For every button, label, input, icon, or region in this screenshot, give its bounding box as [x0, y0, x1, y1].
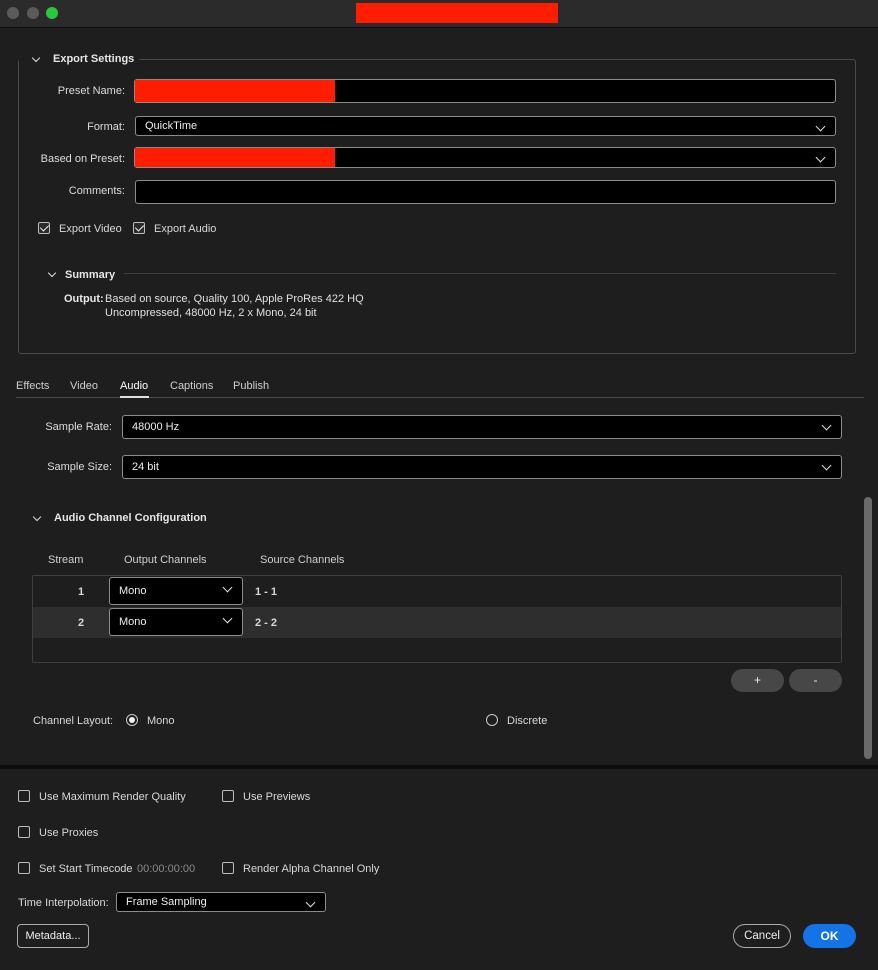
- use-previews-label: Use Previews: [243, 791, 311, 803]
- alpha-only-label: Render Alpha Channel Only: [243, 863, 380, 875]
- export-video-label: Export Video: [59, 223, 122, 235]
- table-row-1-output-select[interactable]: Mono: [109, 577, 243, 605]
- summary-title: Summary: [65, 269, 116, 281]
- bottom-separator: [0, 765, 878, 769]
- output-line-2: Uncompressed, 48000 Hz, 2 x Mono, 24 bit: [105, 307, 317, 319]
- start-timecode-label: Set Start Timecode: [39, 863, 133, 875]
- output-label: Output:: [64, 293, 104, 305]
- format-select[interactable]: QuickTime: [135, 116, 836, 136]
- tab-captions[interactable]: Captions: [170, 380, 213, 392]
- sample-rate-label: Sample Rate:: [45, 421, 112, 433]
- start-timecode-value: 00:00:00:00: [137, 863, 196, 875]
- zoom-window-button[interactable]: [46, 7, 58, 19]
- sample-rate-select[interactable]: 48000 Hz: [122, 415, 842, 439]
- comments-label: Comments:: [68, 185, 125, 197]
- summary-divider: [124, 273, 836, 274]
- based-on-preset-select[interactable]: [134, 147, 836, 168]
- max-render-quality-checkbox[interactable]: [18, 790, 30, 802]
- channel-layout-label: Channel Layout:: [33, 715, 114, 727]
- sample-rate-value: 48000 Hz: [132, 421, 180, 433]
- active-tab-indicator: [120, 396, 149, 398]
- use-previews-checkbox[interactable]: [222, 790, 234, 802]
- remove-channel-button[interactable]: -: [789, 669, 842, 692]
- format-value: QuickTime: [145, 120, 198, 132]
- output-line-1: Based on source, Quality 100, Apple ProR…: [105, 293, 364, 305]
- tab-publish[interactable]: Publish: [233, 380, 269, 392]
- sample-size-value: 24 bit: [132, 461, 159, 473]
- export-audio-checkbox[interactable]: [133, 222, 145, 234]
- layout-mono-label: Mono: [147, 715, 175, 727]
- preset-name-label: Preset Name:: [57, 85, 125, 97]
- export-video-checkbox[interactable]: [38, 222, 50, 234]
- tab-audio[interactable]: Audio: [120, 380, 148, 392]
- time-interpolation-value: Frame Sampling: [126, 896, 207, 908]
- metadata-button[interactable]: Metadata...: [17, 924, 89, 948]
- layout-mono-radio[interactable]: [126, 714, 138, 726]
- layout-discrete-radio[interactable]: [486, 714, 498, 726]
- table-row-1-output-value: Mono: [119, 585, 147, 597]
- table-row-1-stream: 1: [78, 586, 85, 598]
- column-stream: Stream: [48, 554, 84, 566]
- preset-name-input[interactable]: [134, 79, 836, 103]
- start-timecode-checkbox[interactable]: [18, 862, 30, 874]
- table-row-1-source: 1 - 1: [255, 586, 278, 598]
- close-window-button[interactable]: [7, 7, 19, 19]
- tab-effects[interactable]: Effects: [16, 380, 49, 392]
- ok-button[interactable]: OK: [803, 924, 856, 948]
- max-render-quality-label: Use Maximum Render Quality: [39, 791, 186, 803]
- collapse-channel-config-chevron-icon[interactable]: [32, 512, 42, 522]
- preset-name-redacted: [135, 80, 335, 102]
- table-row-2-source: 2 - 2: [255, 617, 278, 629]
- cancel-button[interactable]: Cancel: [733, 924, 791, 948]
- comments-input[interactable]: [135, 180, 836, 204]
- export-settings-title: Export Settings: [53, 53, 135, 65]
- column-output-channels: Output Channels: [124, 554, 207, 566]
- tab-video[interactable]: Video: [70, 380, 98, 392]
- panel-scrollbar[interactable]: [864, 497, 872, 759]
- channel-config-title: Audio Channel Configuration: [54, 512, 207, 524]
- column-source-channels: Source Channels: [260, 554, 345, 566]
- sample-size-select[interactable]: 24 bit: [122, 455, 842, 479]
- table-row-2-output-value: Mono: [119, 616, 147, 628]
- use-proxies-label: Use Proxies: [39, 827, 99, 839]
- table-row-2-output-select[interactable]: Mono: [109, 608, 243, 636]
- based-on-preset-redacted: [135, 148, 335, 167]
- format-label: Format:: [87, 121, 125, 133]
- minimize-window-button[interactable]: [27, 7, 39, 19]
- layout-discrete-label: Discrete: [507, 715, 548, 727]
- export-audio-label: Export Audio: [154, 223, 217, 235]
- window-title-redacted: [356, 3, 558, 23]
- add-channel-button[interactable]: +: [731, 669, 784, 692]
- sample-size-label: Sample Size:: [47, 461, 112, 473]
- time-interpolation-label: Time Interpolation:: [18, 897, 109, 909]
- table-row-2-stream: 2: [78, 617, 85, 629]
- based-on-preset-label: Based on Preset:: [40, 153, 125, 165]
- alpha-only-checkbox[interactable]: [222, 862, 234, 874]
- time-interpolation-select[interactable]: Frame Sampling: [116, 892, 326, 912]
- use-proxies-checkbox[interactable]: [18, 826, 30, 838]
